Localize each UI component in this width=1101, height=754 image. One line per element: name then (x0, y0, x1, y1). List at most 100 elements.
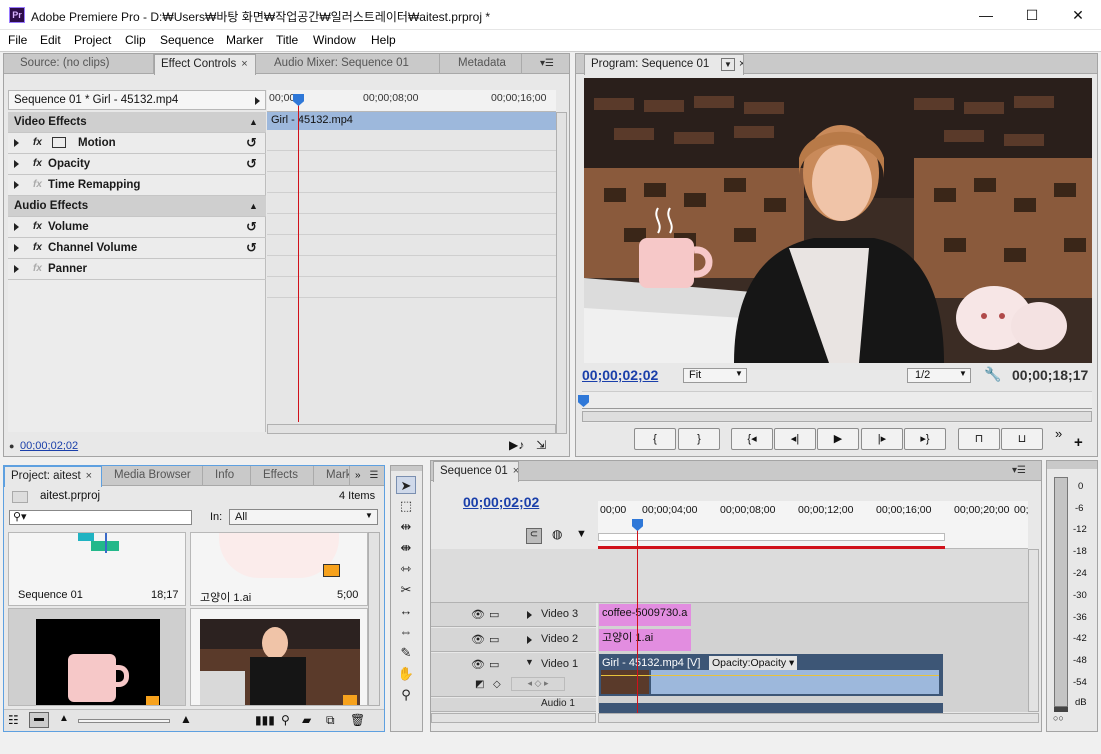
reset-icon[interactable]: ↺ (246, 217, 257, 237)
lock-icon[interactable]: ▭ (489, 658, 499, 671)
list-view-icon[interactable]: ☷ (8, 713, 19, 727)
motion-transform-icon[interactable] (52, 137, 66, 148)
close-icon[interactable]: × (739, 55, 743, 74)
zoom-tool-icon[interactable]: ⚲ (396, 686, 416, 704)
fx-icon[interactable]: fx (33, 133, 42, 153)
panel-menu-icon[interactable]: ☰ (366, 470, 382, 482)
audio-toggle-icon[interactable]: ▶♪ (509, 438, 524, 452)
pen-tool-icon[interactable]: ✎ (396, 644, 416, 662)
clip-effect-menu[interactable]: Opacity:Opacity ▾ (709, 656, 798, 670)
tab-sequence[interactable]: Sequence 01 × (433, 461, 519, 482)
rate-stretch-tool-icon[interactable]: ⇿ (396, 560, 416, 578)
selection-tool-icon[interactable]: ➤ (396, 476, 416, 494)
ec-keyframe-area[interactable] (267, 130, 556, 424)
ec-time-ruler[interactable]: 00;00 00;00;08;00 00;00;16;00 (267, 90, 556, 112)
expand-triangle-icon[interactable] (14, 139, 19, 147)
reset-icon[interactable]: ↺ (246, 238, 257, 258)
program-zoom-bar[interactable] (582, 411, 1092, 422)
menu-title[interactable]: Title (276, 33, 298, 47)
program-timecode[interactable]: 00;00;02;02 (582, 367, 658, 383)
collapse-icon[interactable]: ▲ (249, 112, 258, 132)
in-select[interactable]: All ▼ (229, 509, 378, 525)
project-item-sequence[interactable]: Sequence 01 18;17 (8, 532, 186, 606)
zoom-large-icon[interactable]: ▲ (180, 712, 192, 726)
add-marker-icon[interactable]: ◍ (552, 527, 562, 541)
effect-row-channel-volume[interactable]: fx Channel Volume ↺ (8, 238, 266, 259)
more-buttons-icon[interactable]: » (1055, 426, 1062, 441)
program-video-frame[interactable] (584, 78, 1092, 363)
reset-icon[interactable]: ↺ (246, 154, 257, 174)
timeline-ruler[interactable]: 00;00 00;00;04;00 00;00;08;00 00;00;12;0… (598, 501, 1029, 549)
collapse-triangle-icon[interactable]: ▼ (525, 657, 534, 667)
program-scrubber[interactable] (582, 391, 1092, 423)
fx-icon[interactable]: fx (33, 217, 42, 237)
lock-icon[interactable]: ▭ (489, 633, 499, 646)
close-icon[interactable]: × (513, 465, 518, 477)
menu-file[interactable]: File (8, 33, 27, 47)
effect-row-motion[interactable]: fx Motion ↺ (8, 133, 266, 154)
menu-project[interactable]: Project (74, 33, 111, 47)
track-header-video-1[interactable]: 👁 ▭ ▼ Video 1 ◩ ◇ ◂ ◇ ▸ (431, 653, 596, 697)
icon-view-icon[interactable]: ▬ (29, 712, 49, 728)
timeline-vertical-scrollbar[interactable] (1028, 549, 1039, 712)
fx-icon[interactable]: fx (33, 238, 42, 258)
close-icon[interactable]: × (86, 470, 92, 482)
expand-triangle-icon[interactable] (14, 223, 19, 231)
opacity-rubber-band[interactable] (601, 675, 939, 676)
minimize-button[interactable]: — (963, 0, 1009, 30)
panel-menu-icon[interactable]: ▾☰ (539, 58, 555, 70)
ripple-edit-tool-icon[interactable]: ⇹ (396, 518, 416, 536)
ec-timecode[interactable]: 00;00;02;02 (20, 440, 78, 452)
play-button[interactable]: ▶ (817, 428, 859, 450)
timeline-timecode[interactable]: 00;00;02;02 (463, 494, 539, 510)
project-item-cat-ai[interactable]: 고양이 1.ai 5;00 (190, 532, 368, 606)
resolution-select[interactable]: 1/2 ▼ (907, 368, 971, 383)
panel-menu-icon[interactable]: ▾☰ (1011, 465, 1027, 477)
solo-buttons-icon[interactable]: ○○ (1053, 713, 1064, 723)
timeline-playhead[interactable] (637, 526, 638, 714)
new-item-icon[interactable]: ⧉ (326, 713, 335, 728)
menu-edit[interactable]: Edit (40, 33, 61, 47)
tab-audio-mixer[interactable]: Audio Mixer: Sequence 01 (256, 54, 440, 74)
new-bin-icon[interactable]: ▰ (302, 713, 311, 727)
display-style-icon[interactable]: ◩ (475, 679, 484, 690)
expand-triangle-icon[interactable] (527, 636, 532, 644)
hand-tool-icon[interactable]: ✋ (396, 665, 416, 683)
zoom-select[interactable]: Fit ▼ (683, 368, 747, 383)
clip-cat[interactable]: 고양이 1.ai (599, 629, 691, 651)
slide-tool-icon[interactable]: ⇔ (396, 623, 416, 641)
menu-marker[interactable]: Marker (226, 33, 263, 47)
audio-effects-header[interactable]: Audio Effects ▲ (8, 196, 266, 217)
clip-girl-audio[interactable] (599, 703, 943, 713)
maximize-button[interactable]: ☐ (1009, 0, 1055, 30)
mark-in-button[interactable]: { (634, 428, 676, 450)
keyframe-toggle-icon[interactable]: ◇ (493, 679, 501, 690)
marker-icon[interactable]: ▼ (576, 528, 587, 540)
tab-source[interactable]: Source: (no clips) (4, 54, 154, 74)
keyframe-navigator[interactable]: ◂ ◇ ▸ (511, 677, 565, 691)
add-button-icon[interactable]: + (1074, 434, 1083, 451)
thumbnail-size-slider[interactable] (78, 719, 170, 723)
eye-icon[interactable]: 👁 (471, 633, 485, 646)
menu-window[interactable]: Window (313, 33, 356, 47)
menu-help[interactable]: Help (371, 33, 396, 47)
effect-row-panner[interactable]: fx Panner (8, 259, 266, 280)
menu-clip[interactable]: Clip (125, 33, 146, 47)
export-icon[interactable]: ⇲ (536, 438, 546, 452)
show-timeline-icon[interactable] (255, 97, 260, 105)
more-tabs-icon[interactable]: » (355, 470, 361, 481)
step-back-button[interactable]: ◂| (774, 428, 816, 450)
work-area-bar[interactable] (598, 533, 945, 541)
clip-coffee[interactable]: coffee-5009730.a (599, 604, 691, 626)
project-item-girl-mp4[interactable] (190, 608, 368, 706)
find-icon[interactable]: ⚲ (281, 713, 290, 727)
track-header-video-3[interactable]: 👁 ▭ Video 3 (431, 603, 596, 627)
wrench-icon[interactable]: 🔧 (984, 366, 1001, 383)
collapse-icon[interactable]: ▲ (249, 196, 258, 216)
effect-row-opacity[interactable]: fx Opacity ↺ (8, 154, 266, 175)
lift-button[interactable]: ⊓ (958, 428, 1000, 450)
expand-triangle-icon[interactable] (14, 181, 19, 189)
eye-icon[interactable]: 👁 (471, 608, 485, 621)
project-search-input[interactable]: ⚲▾ (9, 510, 192, 525)
zoom-small-icon[interactable]: ▲ (59, 713, 69, 724)
